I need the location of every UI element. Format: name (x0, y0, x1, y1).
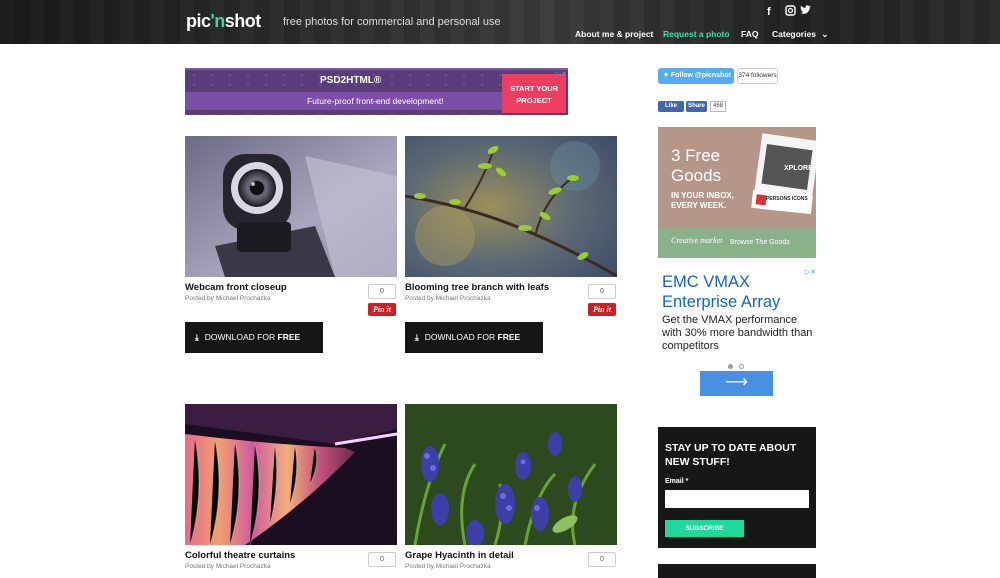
photo-title[interactable]: Grape Hyacinth in detail (405, 550, 514, 561)
logo-text-shot: shot (224, 11, 262, 31)
photo-title[interactable]: Webcam front closeup (185, 282, 287, 293)
download-label: DOWNLOAD FOR (424, 332, 496, 342)
arrow-right-icon[interactable]: ⟶ (700, 371, 773, 396)
ad-cta-line2: PROJECT (516, 96, 552, 105)
instagram-glyph (785, 5, 796, 16)
instagram-icon[interactable] (785, 5, 796, 19)
psd2html-ad[interactable]: ▷✕ PSD2HTML® Future-proof front-end deve… (185, 68, 568, 115)
cm-card-title-2: PERSONS ICONS (766, 196, 808, 202)
cm-subline: IN YOUR INBOX, EVERY WEEK. (671, 191, 734, 211)
cm-ad-cards (751, 133, 816, 215)
cm-headline-line2: Goods (671, 166, 722, 185)
photo-author: Posted by Michael Prochazka (185, 295, 271, 302)
logo-text-n: 'n (210, 11, 226, 31)
nav-about[interactable]: About me & project (575, 29, 653, 39)
twitter-glyph (800, 5, 811, 14)
cm-footer: Creative market Browse The Goods (658, 228, 816, 258)
emc-ad[interactable]: ▷✕ EMC VMAX Enterprise Array Get the VMA… (658, 268, 816, 400)
photo-tree-branch[interactable] (405, 136, 617, 277)
newsletter-box: STAY UP TO DATE ABOUT NEW STUFF! Email *… (658, 427, 816, 548)
nav-categories[interactable]: Categories ⌄ (772, 29, 828, 40)
chevron-down-icon: ⌄ (821, 29, 829, 39)
nav-request-photo[interactable]: Request a photo (663, 29, 730, 39)
facebook-count: 468 (710, 101, 726, 112)
hyacinth-image (405, 404, 617, 545)
cm-subline-1: IN YOUR INBOX, (671, 191, 734, 200)
download-label-free: FREE (497, 332, 521, 342)
site-tagline: free photos for commercial and personal … (283, 16, 501, 28)
carousel-dot[interactable] (739, 364, 744, 369)
facebook-icon[interactable]: f (767, 6, 771, 18)
facebook-like-button[interactable]: Like (658, 101, 684, 112)
pin-count: 0 (588, 284, 616, 299)
cm-headline-line1: 3 Free (671, 146, 721, 165)
photo-webcam[interactable] (185, 136, 397, 277)
email-field[interactable] (665, 490, 809, 508)
ad-cta-line1: START YOUR (509, 84, 559, 93)
twitter-follow-button[interactable]: ✦ Follow @picnshot (658, 68, 734, 84)
twitter-icon[interactable] (800, 5, 811, 18)
cm-subline-2: EVERY WEEK. (671, 201, 727, 210)
download-label: DOWNLOAD FOR (204, 332, 276, 342)
pinterest-pin-button[interactable]: Pin it (368, 303, 396, 316)
cm-card-title-1: XPLORE (784, 165, 813, 172)
photo-author: Posted by Michael Prochazka (185, 563, 271, 570)
photo-title[interactable]: Colorful theatre curtains (185, 550, 295, 561)
twitter-follower-count: 374 followers (737, 68, 778, 84)
download-icon: ⤓ (195, 332, 199, 342)
photo-theatre-curtains[interactable] (185, 404, 397, 545)
twitter-follow-label: Follow @picnshot (670, 72, 731, 79)
sidebar-next-widget (658, 564, 816, 578)
pinterest-pin-button[interactable]: Pin it (588, 303, 616, 316)
creative-market-logo: Creative market (671, 236, 723, 245)
ad-text: Future-proof front-end development! (307, 96, 444, 106)
nav-categories-label: Categories (772, 29, 816, 39)
pin-count: 0 (588, 552, 616, 567)
download-label-free: FREE (277, 332, 301, 342)
newsletter-title: STAY UP TO DATE ABOUT NEW STUFF! (665, 442, 797, 468)
adchoices-icon[interactable]: ▷✕ (556, 70, 567, 78)
photo-author: Posted by Michael Prochazka (405, 563, 491, 570)
photo-author: Posted by Michael Prochazka (405, 295, 491, 302)
pin-count: 0 (368, 284, 396, 299)
webcam-image (185, 136, 397, 277)
cm-headline: 3 Free Goods (671, 146, 721, 186)
download-button[interactable]: ⤓ DOWNLOAD FOR FREE (405, 322, 543, 353)
photo-grape-hyacinth[interactable] (405, 404, 617, 545)
ad-brand: PSD2HTML® (320, 75, 382, 86)
nav-faq[interactable]: FAQ (741, 29, 758, 39)
logo-text-pic: pic (186, 11, 211, 31)
download-icon: ⤓ (415, 332, 419, 342)
ad-cta-button[interactable]: START YOUR PROJECT (502, 74, 566, 113)
subscribe-button[interactable]: SUBSCRIBE (665, 520, 744, 537)
emc-ad-title: EMC VMAX Enterprise Array (662, 273, 781, 311)
pin-count: 0 (368, 552, 396, 567)
cm-browse-link[interactable]: Browse The Goods (730, 239, 790, 246)
twitter-bird-icon: ✦ (663, 72, 669, 79)
facebook-share-button[interactable]: Share (686, 101, 707, 112)
creative-market-ad[interactable]: XPLORE PERSONS ICONS 3 Free Goods IN YOU… (658, 127, 816, 258)
site-header: pic'nshot free photos for commercial and… (0, 0, 1000, 44)
site-logo[interactable]: pic'nshot (186, 11, 261, 32)
tree-branch-image (405, 136, 617, 277)
photo-title[interactable]: Blooming tree branch with leafs (405, 282, 549, 293)
email-label: Email * (665, 478, 689, 485)
carousel-dot-active[interactable] (728, 364, 733, 369)
download-button[interactable]: ⤓ DOWNLOAD FOR FREE (185, 322, 323, 353)
curtains-image (185, 404, 397, 545)
ad-subline: Future-proof front-end development! (185, 92, 502, 110)
emc-ad-body: Get the VMAX performance with 30% more b… (662, 314, 813, 352)
